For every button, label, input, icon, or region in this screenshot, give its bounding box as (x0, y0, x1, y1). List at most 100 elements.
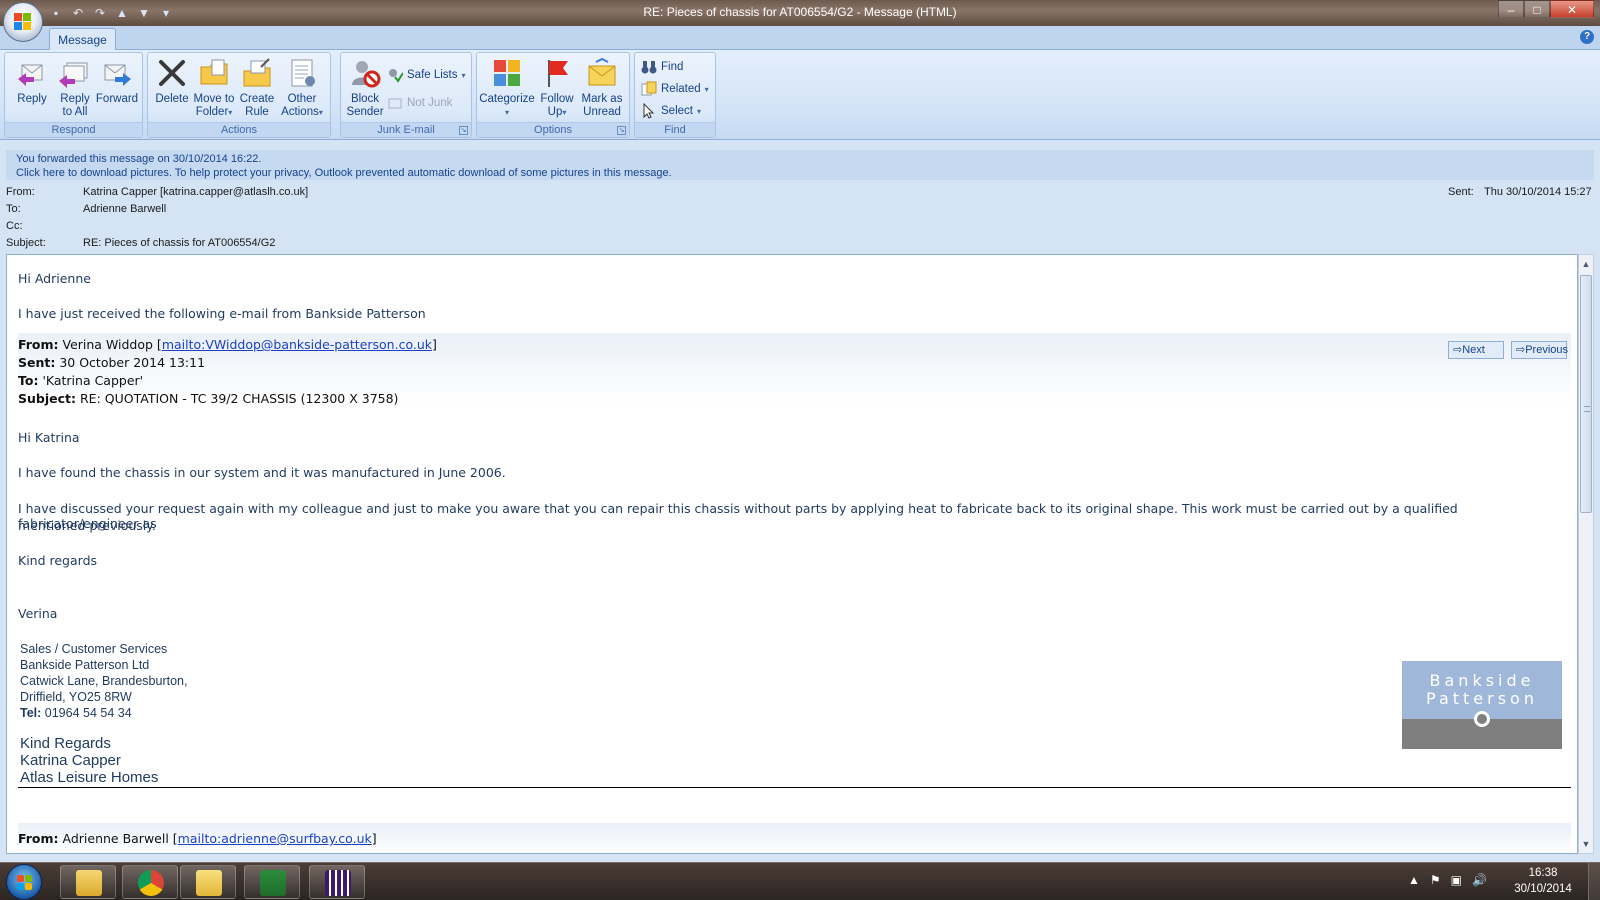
download-pictures-notice[interactable]: Click here to download pictures. To help… (16, 166, 1584, 180)
system-tray: ▲ ⚑ ▣ 🔊 (1408, 873, 1487, 887)
from-label: From: (6, 186, 35, 198)
quoted-regards: Kind regards (18, 553, 98, 568)
sent-value: Thu 30/10/2014 15:27 (1484, 186, 1592, 198)
respond-group: Reply Reply to All Forward Respond (4, 52, 143, 138)
bankside-patterson-logo: Bankside Patterson (1402, 661, 1562, 749)
next-quoted-from-link[interactable]: mailto:adrienne@surfbay.co.uk (178, 831, 372, 846)
follow-up-flag-icon (541, 57, 573, 89)
next-button[interactable]: ⇨Next (1448, 341, 1504, 359)
message-header: From: Katrina Capper [katrina.capper@atl… (0, 182, 1600, 254)
not-junk-icon (387, 95, 403, 111)
closing-company: Atlas Leisure Homes (20, 769, 159, 786)
scroll-up-icon[interactable]: ▲ (1579, 257, 1593, 271)
move-to-folder-button[interactable]: Move to Folder▾ (192, 57, 236, 119)
categorize-icon (491, 57, 523, 89)
signature-line-3: Catwick Lane, Brandesburton, (20, 674, 188, 688)
block-sender-icon (349, 57, 381, 89)
binoculars-icon (641, 59, 657, 75)
calculator-icon (325, 870, 351, 896)
office-button[interactable] (3, 2, 43, 42)
title-bar: ▪ ↶ ↷ ▲ ▼ ▾ RE: Pieces of chassis for AT… (0, 0, 1600, 42)
forward-button[interactable]: Forward (95, 57, 139, 106)
help-icon[interactable]: ? (1580, 30, 1594, 44)
maximize-button[interactable]: □ (1524, 0, 1550, 18)
taskbar-sage[interactable] (244, 865, 300, 899)
ribbon: Reply Reply to All Forward Respond Delet… (0, 50, 1600, 140)
not-junk-button[interactable]: Not Junk (387, 93, 452, 113)
scroll-down-icon[interactable]: ▼ (1579, 837, 1593, 851)
show-desktop-button[interactable] (1588, 863, 1600, 900)
quoted-sent: Sent: 30 October 2014 13:11 (18, 355, 206, 370)
divider (18, 787, 1571, 788)
quoted-paragraph-2a: I have discussed your request again with… (18, 501, 1458, 531)
reply-icon (16, 57, 48, 89)
safe-lists-button[interactable]: Safe Lists ▾ (387, 65, 466, 85)
create-rule-icon (241, 57, 273, 89)
mark-as-unread-button[interactable]: Mark as Unread (577, 57, 627, 119)
volume-icon[interactable]: 🔊 (1472, 873, 1487, 887)
previous-button[interactable]: ⇨Previous (1511, 341, 1568, 359)
follow-up-button[interactable]: Follow Up▾ (535, 57, 579, 119)
cc-label: Cc: (6, 220, 23, 232)
next-quoted-from: From: Adrienne Barwell [mailto:adrienne@… (18, 831, 377, 846)
taskbar-app[interactable] (309, 865, 365, 899)
signature-tel: Tel: 01964 54 54 34 (20, 706, 132, 720)
find-button[interactable]: Find (641, 57, 683, 77)
from-value[interactable]: Katrina Capper [katrina.capper@atlaslh.c… (83, 186, 308, 198)
to-label: To: (6, 203, 21, 215)
action-center-flag-icon[interactable]: ⚑ (1430, 873, 1441, 887)
taskbar: ▲ ⚑ ▣ 🔊 16:38 30/10/2014 (0, 862, 1600, 900)
categorize-button[interactable]: Categorize ▾ (477, 57, 537, 119)
respond-group-label: Respond (5, 122, 142, 137)
taskbar-chrome[interactable] (122, 865, 178, 899)
signature-line-4: Driffield, YO25 8RW (20, 690, 132, 704)
forwarded-notice: You forwarded this message on 30/10/2014… (16, 153, 262, 165)
next-quoted-header: From: Adrienne Barwell [mailto:adrienne@… (18, 823, 1571, 853)
delete-button[interactable]: Delete (150, 57, 194, 106)
find-group: Find Related ▾ Select ▾ Find (634, 52, 716, 138)
start-button[interactable] (6, 864, 42, 900)
options-group-label: Options (477, 122, 629, 137)
scroll-thumb[interactable] (1580, 275, 1592, 513)
signature-line-1: Sales / Customer Services (20, 642, 168, 656)
to-value[interactable]: Adrienne Barwell (83, 203, 166, 215)
reply-button[interactable]: Reply (10, 57, 54, 106)
options-launcher-icon[interactable]: ↘ (617, 126, 626, 135)
junk-email-group: Block Sender Safe Lists ▾ Not Junk Junk E… (340, 52, 472, 138)
quoted-paragraph-1: I have found the chassis in our system a… (18, 465, 506, 480)
clock[interactable]: 16:38 30/10/2014 (1500, 865, 1586, 897)
close-button[interactable]: ✕ (1550, 0, 1594, 18)
related-button[interactable]: Related ▾ (641, 79, 709, 99)
junk-email-group-label: Junk E-mail (341, 122, 471, 137)
info-bar[interactable]: You forwarded this message on 30/10/2014… (6, 150, 1594, 180)
other-actions-button[interactable]: Other Actions▾ (280, 57, 324, 119)
vertical-scrollbar[interactable]: ▲ ▼ (1578, 254, 1594, 854)
quoted-header: From: Verina Widdop [mailto:VWiddop@bank… (18, 333, 1571, 406)
quoted-from: From: Verina Widdop [mailto:VWiddop@bank… (18, 337, 437, 352)
outlook-icon (196, 870, 222, 896)
reply-all-button[interactable]: Reply to All (53, 57, 97, 119)
block-sender-button[interactable]: Block Sender (343, 57, 387, 119)
mark-as-unread-icon (586, 57, 618, 89)
tab-message[interactable]: Message (49, 28, 116, 51)
actions-group: Delete Move to Folder▾ Create Rule Other… (147, 52, 331, 138)
taskbar-explorer[interactable] (60, 865, 116, 899)
select-button[interactable]: Select ▾ (641, 101, 701, 121)
delete-icon (156, 57, 188, 89)
find-group-label: Find (635, 122, 715, 137)
reply-all-icon (59, 57, 91, 89)
office-logo-icon (14, 13, 32, 31)
quoted-subject: Subject: RE: QUOTATION - TC 39/2 CHASSIS… (18, 391, 399, 406)
show-hidden-icons-icon[interactable]: ▲ (1408, 873, 1420, 887)
network-icon[interactable]: ▣ (1451, 873, 1462, 887)
taskbar-outlook[interactable] (180, 865, 236, 899)
create-rule-button[interactable]: Create Rule (235, 57, 279, 119)
message-body[interactable]: Hi Adrienne I have just received the fol… (6, 254, 1578, 854)
minimize-button[interactable]: – (1498, 0, 1524, 18)
junk-email-launcher-icon[interactable]: ↘ (459, 126, 468, 135)
quoted-to: To: 'Katrina Capper' (18, 373, 144, 388)
quoted-from-link[interactable]: mailto:VWiddop@bankside-patterson.co.uk (162, 337, 432, 352)
chrome-icon (138, 870, 164, 896)
other-actions-icon (286, 57, 318, 89)
subject-label: Subject: (6, 237, 46, 249)
